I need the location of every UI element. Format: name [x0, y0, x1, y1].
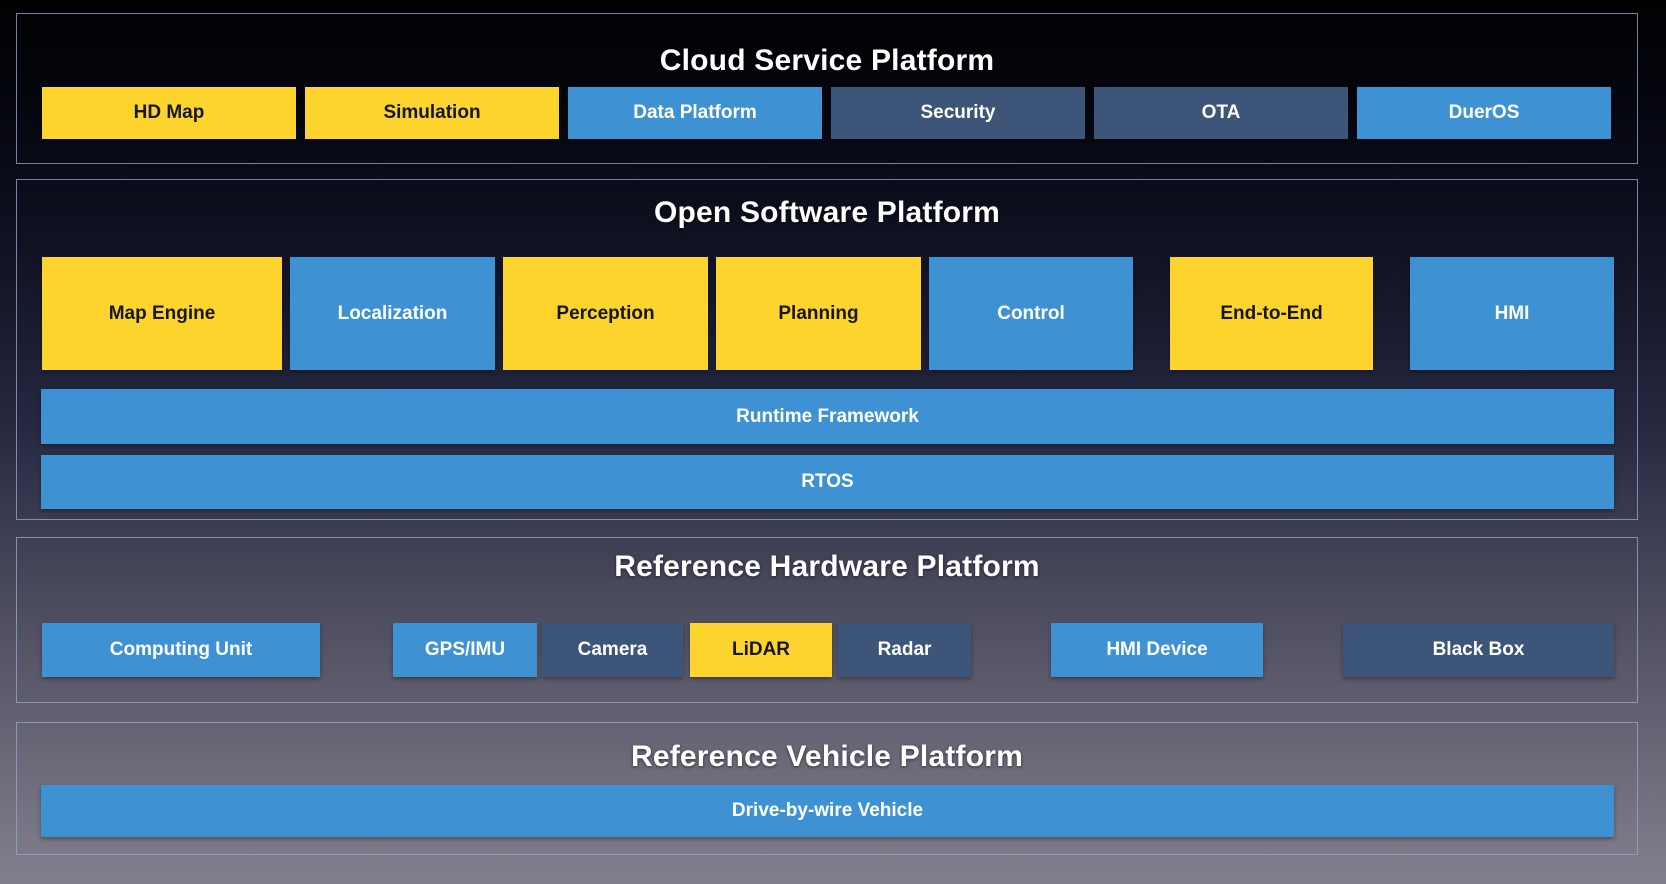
box-dueros: DuerOS — [1357, 87, 1611, 139]
section-reference-vehicle-platform: Reference Vehicle Platform Drive-by-wire… — [16, 722, 1638, 855]
box-ota: OTA — [1094, 87, 1348, 139]
section-reference-hardware-platform: Reference Hardware Platform Computing Un… — [16, 537, 1638, 703]
box-end-to-end: End-to-End — [1170, 257, 1373, 370]
hardware-platform-title: Reference Hardware Platform — [614, 550, 1040, 583]
box-black-box: Black Box — [1343, 623, 1614, 677]
cloud-platform-title: Cloud Service Platform — [659, 44, 995, 77]
bar-rtos: RTOS — [41, 455, 1614, 509]
box-radar: Radar — [838, 623, 971, 677]
section-cloud-service-platform: Cloud Service Platform HD Map Simulation… — [16, 13, 1638, 164]
vehicle-platform-title: Reference Vehicle Platform — [630, 740, 1024, 773]
apollo-architecture-diagram: Cloud Service Platform HD Map Simulation… — [0, 0, 1666, 884]
box-security: Security — [831, 87, 1085, 139]
box-camera: Camera — [542, 623, 683, 677]
box-control: Control — [929, 257, 1133, 370]
cloud-box-row: HD Map Simulation Data Platform Security… — [42, 87, 1611, 139]
box-hd-map: HD Map — [42, 87, 296, 139]
box-gps-imu: GPS/IMU — [393, 623, 537, 677]
section-open-software-platform: Open Software Platform Map Engine Locali… — [16, 179, 1638, 520]
box-simulation: Simulation — [305, 87, 559, 139]
bar-runtime-framework: Runtime Framework — [41, 389, 1614, 444]
box-hmi: HMI — [1410, 257, 1614, 370]
box-hmi-device: HMI Device — [1051, 623, 1263, 677]
box-map-engine: Map Engine — [42, 257, 282, 370]
box-computing-unit: Computing Unit — [42, 623, 320, 677]
software-platform-title: Open Software Platform — [653, 196, 1001, 229]
box-perception: Perception — [503, 257, 708, 370]
box-planning: Planning — [716, 257, 921, 370]
box-localization: Localization — [290, 257, 495, 370]
box-data-platform: Data Platform — [568, 87, 822, 139]
box-lidar: LiDAR — [690, 623, 832, 677]
bar-drive-by-wire-vehicle: Drive-by-wire Vehicle — [41, 785, 1614, 837]
